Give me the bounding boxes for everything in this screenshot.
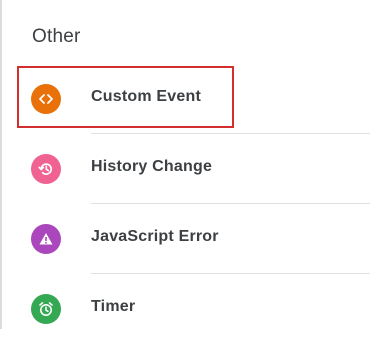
trigger-type-label: JavaScript Error (91, 228, 219, 245)
trigger-type-javascript-error[interactable]: JavaScript Error (0, 204, 370, 274)
trigger-type-custom-event[interactable]: Custom Event (0, 64, 370, 134)
section-title: Other (32, 26, 81, 47)
warning-icon (31, 224, 61, 254)
trigger-type-timer[interactable]: Timer (0, 274, 370, 344)
trigger-type-list: Custom Event History Change JavaScript E… (0, 64, 370, 344)
history-icon (31, 154, 61, 184)
alarm-clock-icon (31, 294, 61, 324)
code-brackets-icon (31, 84, 61, 114)
trigger-type-label: History Change (91, 158, 213, 175)
trigger-type-label: Custom Event (91, 88, 201, 105)
trigger-type-label: Timer (91, 298, 136, 315)
trigger-type-history-change[interactable]: History Change (0, 134, 370, 204)
